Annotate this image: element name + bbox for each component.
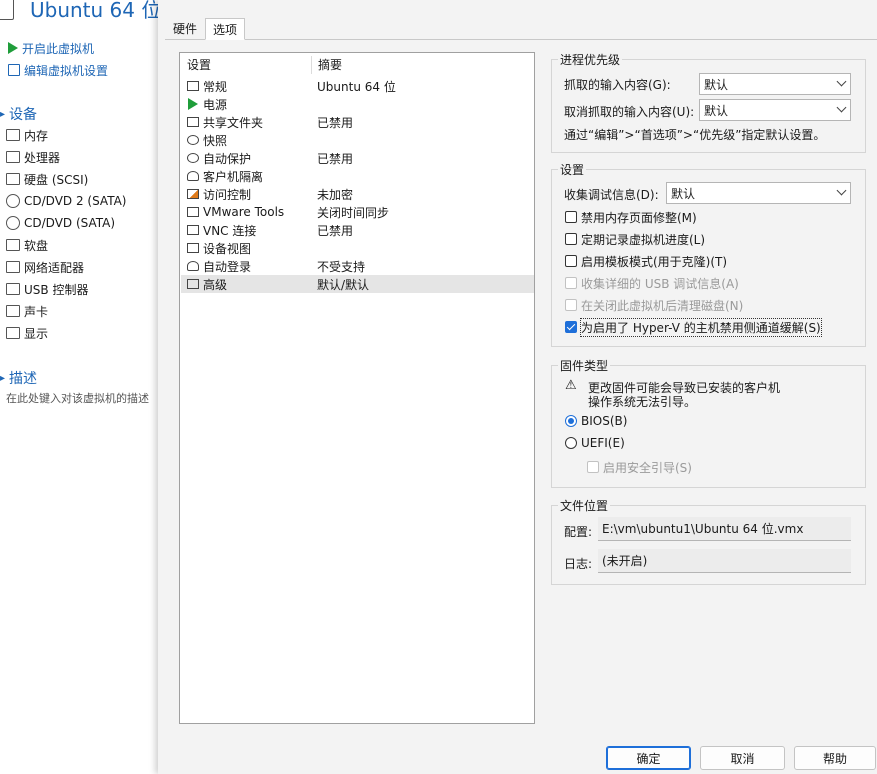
debug-info-select[interactable]: 默认 bbox=[666, 182, 851, 204]
column-separator[interactable] bbox=[311, 56, 312, 74]
device-view-icon bbox=[186, 242, 200, 254]
device-hard-disk[interactable]: 硬盘 (SCSI) bbox=[6, 169, 88, 189]
ungrab-input-priority-select[interactable]: 默认 bbox=[699, 99, 851, 121]
vmware-tools-icon bbox=[186, 206, 200, 218]
device-display[interactable]: 显示 bbox=[6, 323, 48, 343]
usb-debug-checkbox[interactable]: 收集详细的 USB 调试信息(A) bbox=[565, 274, 739, 292]
collapse-icon: ▸ bbox=[0, 372, 6, 384]
cd-dvd-icon bbox=[6, 216, 20, 230]
option-row-autoprotect[interactable]: 自动保护 已禁用 bbox=[181, 149, 534, 167]
warning-icon: ⚠ bbox=[565, 378, 577, 393]
priority-group-title: 进程优先级 bbox=[558, 51, 623, 68]
edit-vm-settings-link[interactable]: 编辑虚拟机设置 bbox=[8, 60, 108, 80]
devices-section-header[interactable]: ▸ 设备 bbox=[0, 104, 37, 124]
ungrab-input-label: 取消抓取的输入内容(U): bbox=[564, 105, 695, 119]
power-icon bbox=[186, 98, 200, 110]
option-row-device-view[interactable]: 设备视图 bbox=[181, 239, 534, 257]
usb-icon bbox=[6, 283, 20, 295]
cd-dvd-icon bbox=[6, 194, 20, 208]
floppy-icon bbox=[6, 239, 20, 251]
priority-note: 通过“编辑”>“首选项”>“优先级”指定默认设置。 bbox=[564, 128, 826, 142]
template-mode-checkbox[interactable]: 启用模板模式(用于克隆)(T) bbox=[565, 252, 727, 270]
file-location-group-title: 文件位置 bbox=[558, 497, 611, 514]
shared-folder-icon bbox=[186, 116, 200, 128]
play-icon bbox=[8, 42, 18, 54]
help-button[interactable]: 帮助 bbox=[794, 746, 876, 770]
tab-divider bbox=[165, 39, 877, 40]
chevron-down-icon bbox=[836, 185, 847, 196]
grab-input-label: 抓取的输入内容(G): bbox=[564, 78, 671, 92]
autoprotect-icon bbox=[186, 152, 200, 164]
chevron-down-icon bbox=[836, 102, 847, 113]
ok-button[interactable]: 确定 bbox=[606, 746, 691, 770]
collapse-icon: ▸ bbox=[0, 108, 6, 120]
clean-disk-checkbox[interactable]: 在关闭此虚拟机后清理磁盘(N) bbox=[565, 296, 743, 314]
uefi-radio[interactable]: UEFI(E) bbox=[565, 434, 625, 452]
bios-radio[interactable]: BIOS(B) bbox=[565, 412, 627, 430]
option-row-guest-isolation[interactable]: 客户机隔离 bbox=[181, 167, 534, 185]
device-usb-controller[interactable]: USB 控制器 bbox=[6, 279, 88, 299]
general-icon bbox=[186, 80, 200, 92]
debug-info-label: 收集调试信息(D): bbox=[564, 188, 659, 202]
hyperv-side-channel-checkbox[interactable]: 为启用了 Hyper-V 的主机禁用侧通道缓解(S) bbox=[565, 317, 822, 337]
device-cpu[interactable]: 处理器 bbox=[6, 147, 60, 167]
option-row-power[interactable]: 电源 bbox=[181, 95, 534, 113]
config-label: 配置: bbox=[564, 525, 593, 539]
description-text[interactable]: 在此处键入对该虚拟机的描述 bbox=[6, 390, 158, 406]
chevron-down-icon bbox=[836, 76, 847, 87]
option-row-autologin[interactable]: 自动登录 不受支持 bbox=[181, 257, 534, 275]
option-row-general[interactable]: 常规 Ubuntu 64 位 bbox=[181, 77, 534, 95]
device-floppy[interactable]: 软盘 bbox=[6, 235, 48, 255]
vm-title: Ubuntu 64 位 bbox=[30, 0, 162, 22]
disable-memory-trimming-checkbox[interactable]: 禁用内存页面修整(M) bbox=[565, 208, 697, 226]
power-on-vm-link[interactable]: 开启此虚拟机 bbox=[8, 38, 94, 58]
vnc-icon bbox=[186, 224, 200, 236]
option-row-snapshots[interactable]: 快照 bbox=[181, 131, 534, 149]
access-control-icon bbox=[186, 188, 200, 200]
memory-icon bbox=[6, 129, 20, 141]
autologin-icon bbox=[186, 260, 200, 272]
tab-hardware[interactable]: 硬件 bbox=[165, 18, 205, 38]
options-list-header: 设置 摘要 bbox=[180, 56, 534, 74]
device-cd-dvd[interactable]: CD/DVD (SATA) bbox=[6, 213, 115, 233]
firmware-warning-line2: 操作系统无法引导。 bbox=[588, 395, 697, 409]
description-section-header[interactable]: ▸ 描述 bbox=[0, 368, 37, 388]
secure-boot-checkbox[interactable]: 启用安全引导(S) bbox=[587, 458, 692, 476]
device-network-adapter[interactable]: 网络适配器 bbox=[6, 257, 84, 277]
option-row-shared-folders[interactable]: 共享文件夹 已禁用 bbox=[181, 113, 534, 131]
hard-disk-icon bbox=[6, 173, 20, 185]
tab-options[interactable]: 选项 bbox=[205, 18, 246, 40]
column-setting-header[interactable]: 设置 bbox=[187, 56, 211, 73]
cancel-button[interactable]: 取消 bbox=[700, 746, 785, 770]
snapshot-icon bbox=[186, 134, 200, 146]
network-adapter-icon bbox=[6, 261, 20, 273]
firmware-group-title: 固件类型 bbox=[558, 357, 611, 374]
device-memory[interactable]: 内存 bbox=[6, 125, 48, 145]
log-label: 日志: bbox=[564, 557, 593, 571]
grab-input-priority-select[interactable]: 默认 bbox=[699, 73, 851, 95]
device-sound-card[interactable]: 声卡 bbox=[6, 301, 48, 321]
device-cd-dvd-2[interactable]: CD/DVD 2 (SATA) bbox=[6, 191, 127, 211]
dialog-tabs: 硬件 选项 bbox=[165, 18, 246, 40]
option-row-vnc[interactable]: VNC 连接 已禁用 bbox=[181, 221, 534, 239]
checkmark-icon bbox=[565, 321, 577, 333]
log-path-field[interactable]: (未开启) bbox=[598, 549, 851, 573]
option-row-vmware-tools[interactable]: VMware Tools 关闭时间同步 bbox=[181, 203, 534, 221]
sound-card-icon bbox=[6, 305, 20, 317]
option-row-advanced[interactable]: 高级 默认/默认 bbox=[181, 275, 534, 293]
vm-window-icon bbox=[0, 0, 14, 20]
advanced-icon bbox=[186, 278, 200, 290]
column-summary-header[interactable]: 摘要 bbox=[318, 56, 342, 73]
config-path-field[interactable]: E:\vm\ubuntu1\Ubuntu 64 位.vmx bbox=[598, 517, 851, 541]
log-vm-progress-checkbox[interactable]: 定期记录虚拟机进度(L) bbox=[565, 230, 705, 248]
guest-isolation-icon bbox=[186, 170, 200, 182]
settings-group-title: 设置 bbox=[558, 161, 587, 178]
option-row-access-control[interactable]: 访问控制 未加密 bbox=[181, 185, 534, 203]
cpu-icon bbox=[6, 151, 20, 163]
display-icon bbox=[6, 327, 20, 339]
edit-settings-icon bbox=[8, 64, 20, 76]
